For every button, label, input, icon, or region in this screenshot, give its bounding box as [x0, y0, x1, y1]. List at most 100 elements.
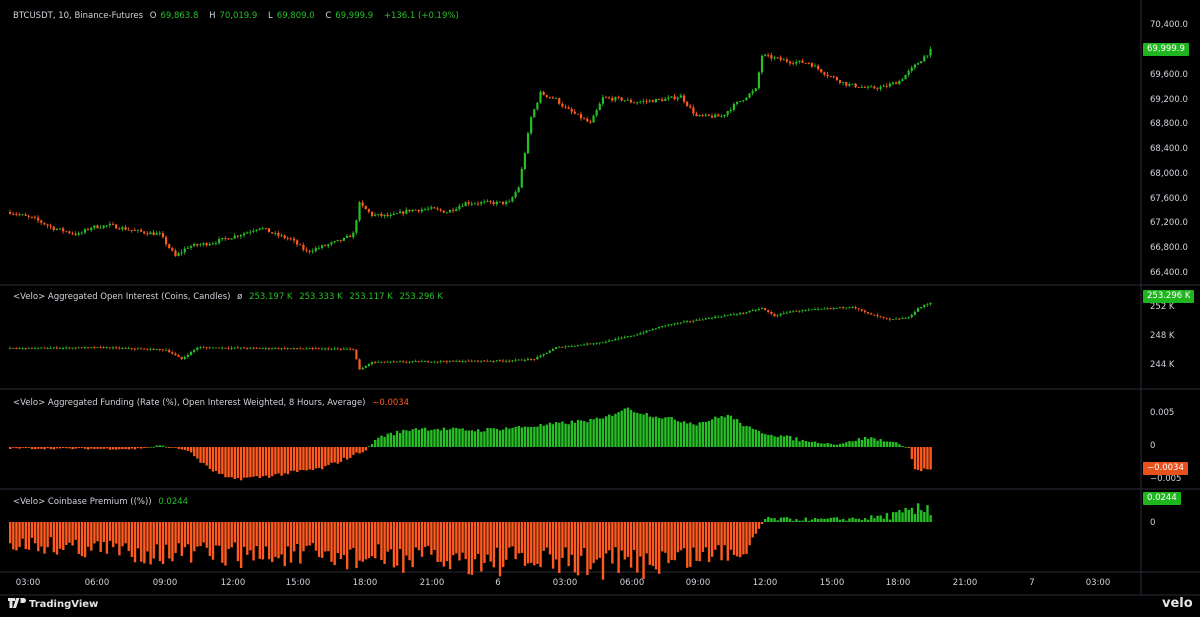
price-candle [648, 100, 651, 102]
time-axis-label: 6 [495, 578, 501, 588]
premium-bar [533, 522, 536, 566]
ohlc-low: L 69,809.0 [268, 11, 315, 21]
funding-bar [255, 447, 258, 477]
premium-bar [857, 518, 861, 522]
funding-bar [155, 445, 159, 447]
premium-bar [155, 522, 159, 545]
oi-candle [851, 307, 854, 308]
premium-bar [367, 522, 371, 559]
price-candle [517, 187, 520, 193]
price-candle [455, 209, 458, 211]
premium-bar [18, 522, 21, 547]
price-candle [711, 115, 714, 118]
price-candle [389, 214, 392, 217]
premium-bar [327, 522, 330, 552]
premium-bar [330, 522, 333, 562]
premium-bar [645, 522, 648, 554]
funding-bar [882, 441, 885, 447]
price-candle [68, 231, 71, 234]
funding-bar [239, 447, 243, 481]
ohlc-close: C 69,999.9 [325, 11, 374, 21]
premium-bar [249, 522, 252, 551]
oi-candle [274, 348, 277, 349]
price-axis-label: 69,200.0 [1150, 95, 1188, 105]
price-candle [817, 65, 820, 70]
tradingview-logo[interactable]: TradingView [8, 598, 98, 610]
price-candle [573, 111, 576, 114]
price-candle [339, 239, 342, 241]
oi-candle [848, 307, 851, 309]
funding-bar [258, 447, 261, 478]
price-candle [860, 87, 863, 88]
price-candle [93, 225, 96, 228]
price-candle [30, 216, 34, 218]
funding-bar [180, 447, 183, 450]
funding-bar [333, 447, 336, 463]
funding-bar [21, 447, 24, 448]
premium-bar [670, 522, 673, 560]
oi-candle [149, 348, 152, 350]
oi-candle [96, 347, 99, 348]
price-candle [165, 237, 168, 245]
time-axis-label: 15:00 [285, 578, 311, 588]
premium-bar [542, 522, 545, 551]
price-candle [483, 201, 486, 203]
oi-candle [243, 347, 246, 349]
price-candle [770, 55, 773, 59]
funding-bar [629, 409, 633, 447]
funding-bar [614, 413, 617, 447]
chart-canvas[interactable] [0, 0, 1200, 617]
price-candle [18, 214, 21, 216]
premium-bar [651, 522, 655, 567]
oi-symbol: ø [237, 292, 243, 302]
oi-candle [489, 360, 492, 362]
oi-candle [49, 347, 52, 349]
oi-candle [629, 336, 633, 337]
funding-bar [18, 447, 21, 449]
premium-bar [648, 522, 651, 565]
oi-candle [370, 361, 374, 365]
premium-bar [158, 522, 162, 562]
oi-candle [339, 348, 342, 350]
premium-bar [305, 522, 308, 546]
premium-bar [673, 522, 676, 561]
price-candle [267, 228, 271, 233]
oi-candle [208, 347, 211, 349]
oi-candle [904, 317, 907, 319]
premium-bar [898, 510, 901, 522]
oi-candle [249, 347, 252, 349]
price-candle [196, 243, 199, 246]
funding-bar [221, 447, 224, 474]
premium-bar [735, 522, 739, 557]
oi-candle [93, 347, 96, 349]
funding-bar [829, 443, 832, 447]
premium-bar [399, 522, 402, 550]
premium-bar [817, 518, 820, 522]
funding-bar [161, 445, 165, 447]
funding-bar [436, 428, 439, 447]
oi-candle [427, 361, 430, 363]
oi-candle [361, 367, 364, 370]
oi-candle [330, 348, 333, 350]
funding-bar [523, 426, 527, 447]
premium-bar [402, 522, 405, 573]
premium-bar [224, 522, 227, 566]
oi-candle [767, 310, 770, 312]
oi-candle [392, 361, 395, 363]
funding-bar [133, 447, 137, 450]
price-candle [74, 233, 77, 235]
price-candle [785, 59, 789, 62]
price-candle [717, 114, 720, 117]
price-candle [27, 215, 30, 217]
oi-candle [68, 347, 71, 349]
price-candle [183, 248, 186, 253]
funding-bar [152, 446, 155, 448]
premium-bar [867, 519, 870, 522]
premium-bar [140, 522, 143, 562]
funding-bar [714, 416, 717, 447]
price-candle [723, 114, 726, 117]
price-candle [358, 202, 361, 221]
premium-bar [729, 522, 733, 550]
funding-bar [149, 446, 152, 448]
oi-close: 253.296 K [399, 292, 443, 302]
